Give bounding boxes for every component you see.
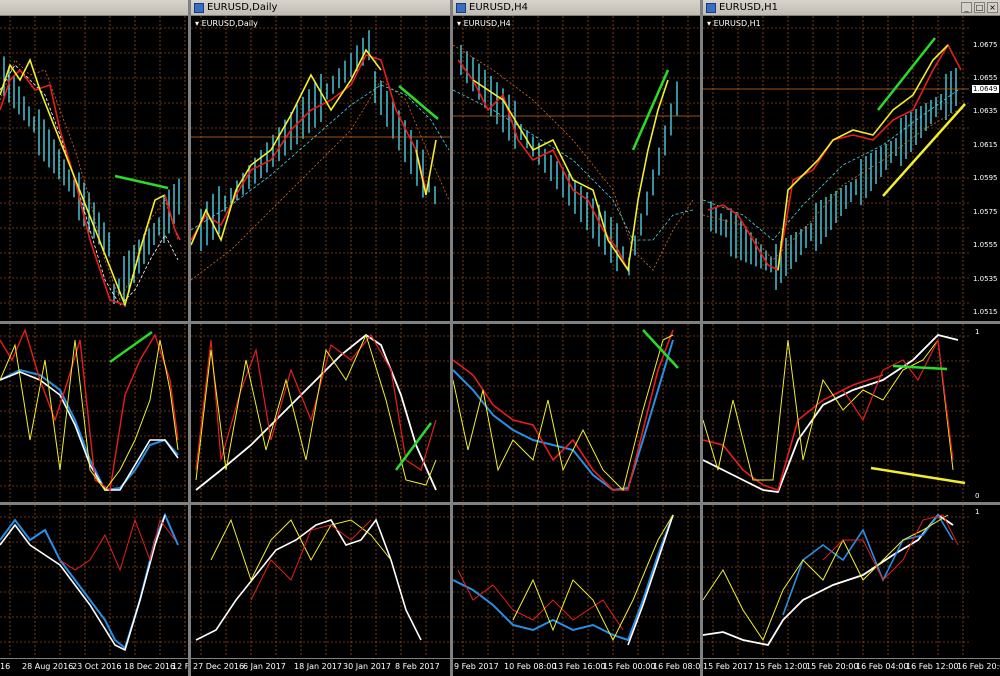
pane-separator	[703, 502, 1000, 505]
price-scale-label: 1.0535	[973, 275, 998, 283]
x-axis-label: 18 Jan 2017	[294, 662, 342, 671]
pane-separator	[0, 321, 188, 324]
chart-window-2[interactable]: EURUSD,Daily ▾ EURUSD,Daily 27 Dec 2016 …	[191, 0, 450, 676]
osc-scale-label: 1	[975, 328, 980, 336]
price-scale-label: 1.0555	[973, 241, 998, 249]
x-axis-label: 6 Jan 2017	[243, 662, 286, 671]
x-axis-label: 12 F	[172, 662, 188, 671]
price-scale-label: 1.0675	[973, 41, 998, 49]
x-axis-label: 15 Feb 20:00	[806, 662, 859, 671]
x-axis-label: 16 Feb 20:00	[957, 662, 1000, 671]
x-axis-label: 16 Feb 12:00	[906, 662, 959, 671]
oscillator-line-yellow	[0, 339, 179, 491]
oscillator-line-yellow	[703, 514, 949, 642]
axis-line	[191, 658, 450, 659]
drawn-trendline	[109, 330, 153, 364]
pane-separator	[0, 502, 188, 505]
chart-window-3[interactable]: EURUSD,H4 ▾ EURUSD,H4 9 Feb 2017 10 Feb …	[453, 0, 700, 676]
drawn-trendline	[398, 85, 439, 120]
oscillator-line-white	[195, 333, 437, 491]
price-scale-label: 1.0615	[973, 141, 998, 149]
x-axis-label: 28 Aug 2016	[22, 662, 74, 671]
pane-separator	[703, 321, 1000, 324]
x-axis-label: 9 Feb 2017	[454, 662, 499, 671]
drawn-trendline	[882, 103, 966, 197]
pane-separator	[453, 321, 700, 324]
price-scale-label: 1.0595	[973, 174, 998, 182]
chart-canvas[interactable]	[191, 0, 450, 676]
oscillator-line-red	[0, 327, 179, 492]
pane-separator	[453, 502, 700, 505]
chart-window-4[interactable]: EURUSD,H1 _ □ × ▾ EURUSD,H1 1.0675 1.065…	[703, 0, 1000, 676]
envelope-line	[191, 79, 450, 281]
x-axis-label: 18 Dec 2016	[124, 662, 176, 671]
chart-window-1[interactable]: 16 28 Aug 2016 23 Oct 2016 18 Dec 2016 1…	[0, 0, 188, 676]
oscillator-line-blue	[0, 512, 179, 650]
trend-line-red	[164, 194, 181, 241]
oscillator-line-blue	[453, 339, 674, 492]
x-axis-label: 16 Feb 04:00	[856, 662, 909, 671]
axis-line	[0, 658, 188, 659]
price-scale-label: 1.0515	[973, 308, 998, 316]
x-axis-label: 10 Feb 08:00	[504, 662, 557, 671]
x-axis-label: 13 Feb 16:00	[553, 662, 606, 671]
trend-line-red	[457, 59, 629, 271]
osc-scale-label: 0	[975, 492, 980, 500]
osc-scale-label: 1	[975, 508, 980, 516]
pane-separator	[191, 321, 450, 324]
x-axis-label: 15 Feb 2017	[703, 662, 753, 671]
x-axis-label: 15 Feb 00:00	[603, 662, 656, 671]
chart-canvas[interactable]	[0, 0, 188, 676]
price-scale-label: 1.0635	[973, 107, 998, 115]
x-axis-label: 16 Feb 08:00	[653, 662, 700, 671]
x-axis-label: 30 Jan 2017	[343, 662, 391, 671]
current-price-box: 1.0649	[972, 85, 999, 93]
oscillator-line-red	[842, 337, 954, 461]
axis-line	[703, 658, 1000, 659]
oscillator-line-white	[627, 514, 674, 646]
price-scale-label: 1.0575	[973, 208, 998, 216]
x-axis-label: 8 Feb 2017	[395, 662, 440, 671]
oscillator-line-red	[59, 518, 176, 572]
chart-canvas[interactable]	[703, 0, 1000, 676]
oscillator-line-yellow	[512, 514, 674, 642]
envelope-line	[0, 59, 179, 301]
x-axis-label: 16	[0, 662, 11, 671]
drawn-trendline	[870, 466, 966, 485]
trend-line-yellow	[472, 79, 669, 273]
chart-canvas[interactable]	[453, 0, 700, 676]
oscillator-line-white	[195, 518, 422, 641]
pane-separator	[191, 502, 450, 505]
envelope-line	[453, 44, 694, 271]
x-axis-label: 15 Feb 12:00	[755, 662, 808, 671]
axis-line	[453, 658, 700, 659]
x-axis-label: 27 Dec 2016	[193, 662, 245, 671]
price-scale-label: 1.0655	[973, 74, 998, 82]
x-axis-label: 23 Oct 2016	[72, 662, 122, 671]
oscillator-line-yellow	[195, 333, 437, 486]
